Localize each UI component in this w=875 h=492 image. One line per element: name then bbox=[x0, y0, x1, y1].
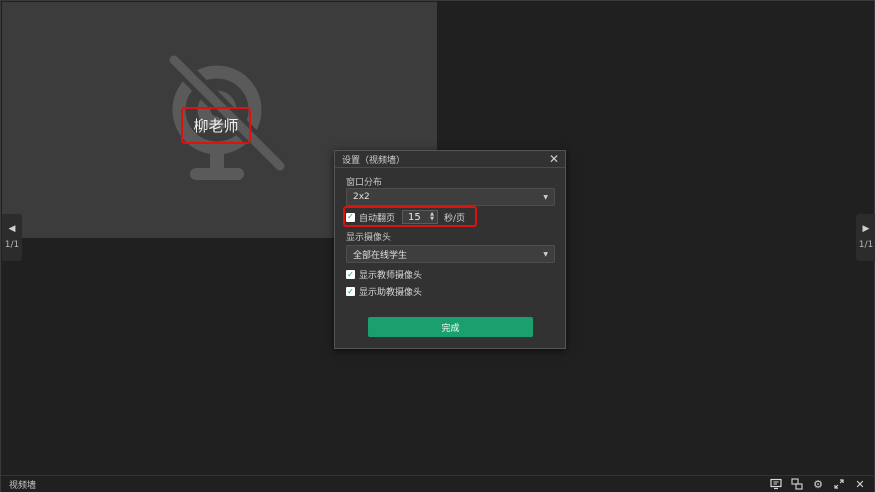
auto-flip-row: ✓ 自动翻页 15 ▲ ▼ 秒/页 bbox=[346, 210, 465, 224]
camera-label: 显示摄像头 bbox=[346, 233, 392, 243]
video-wall-window: 柳老师 ◀ 1/1 ▶ 1/1 设置（视频墙） ✕ 窗口分布 2x2 ▼ ✓ 自… bbox=[0, 0, 875, 492]
done-button[interactable]: 完成 bbox=[368, 317, 533, 337]
assistant-camera-checkbox[interactable]: ✓ bbox=[346, 287, 355, 296]
settings-dialog: 设置（视频墙） ✕ 窗口分布 2x2 ▼ ✓ 自动翻页 15 ▲ ▼ 秒/页 显示… bbox=[334, 150, 566, 349]
chevron-left-icon: ◀ bbox=[8, 224, 16, 234]
auto-flip-checkbox[interactable]: ✓ bbox=[346, 212, 355, 222]
page-count-left: 1/1 bbox=[4, 240, 20, 250]
assistant-camera-row: ✓ 显示助教摄像头 bbox=[346, 285, 422, 298]
dialog-title: 设置（视频墙） bbox=[342, 155, 406, 166]
prev-page-button[interactable]: ◀ 1/1 bbox=[2, 214, 22, 261]
close-icon[interactable]: ✕ bbox=[854, 478, 866, 491]
screen-share-icon[interactable] bbox=[770, 478, 782, 490]
auto-flip-unit: 秒/页 bbox=[444, 213, 466, 224]
page-count-right: 1/1 bbox=[858, 240, 874, 250]
next-page-button[interactable]: ▶ 1/1 bbox=[856, 214, 875, 261]
teacher-name-highlight: 柳老师 bbox=[181, 107, 251, 144]
layout-select[interactable]: 2x2 ▼ bbox=[346, 188, 555, 206]
layout-label: 窗口分布 bbox=[346, 178, 383, 188]
auto-flip-label: 自动翻页 bbox=[359, 213, 396, 224]
teacher-camera-checkbox[interactable]: ✓ bbox=[346, 270, 355, 279]
camera-select-value: 全部在线学生 bbox=[353, 250, 408, 261]
teacher-camera-row: ✓ 显示教师摄像头 bbox=[346, 268, 422, 281]
layout-select-value: 2x2 bbox=[353, 192, 370, 202]
chevron-right-icon: ▶ bbox=[862, 224, 870, 234]
dialog-close-icon[interactable]: ✕ bbox=[549, 153, 559, 165]
spin-arrows-icon[interactable]: ▲ ▼ bbox=[430, 212, 434, 222]
bottom-bar: 视频墙 ⚙ ✕ bbox=[1, 475, 874, 492]
auto-flip-seconds-stepper[interactable]: 15 ▲ ▼ bbox=[402, 210, 439, 224]
bottom-toolbar: ⚙ ✕ bbox=[770, 478, 866, 491]
camera-select[interactable]: 全部在线学生 ▼ bbox=[346, 245, 555, 263]
auto-flip-seconds-value: 15 bbox=[408, 211, 421, 223]
window-title: 视频墙 bbox=[9, 480, 37, 491]
caret-down-icon: ▼ bbox=[543, 193, 548, 201]
teacher-name: 柳老师 bbox=[193, 117, 239, 135]
caret-down-icon: ▼ bbox=[543, 250, 548, 258]
assistant-camera-label: 显示助教摄像头 bbox=[359, 288, 423, 298]
dialog-header: 设置（视频墙） ✕ bbox=[335, 151, 565, 168]
settings-gear-icon[interactable]: ⚙ bbox=[812, 478, 824, 491]
expand-icon[interactable] bbox=[833, 478, 845, 490]
teacher-camera-label: 显示教师摄像头 bbox=[359, 271, 423, 281]
switch-icon[interactable] bbox=[791, 478, 803, 490]
